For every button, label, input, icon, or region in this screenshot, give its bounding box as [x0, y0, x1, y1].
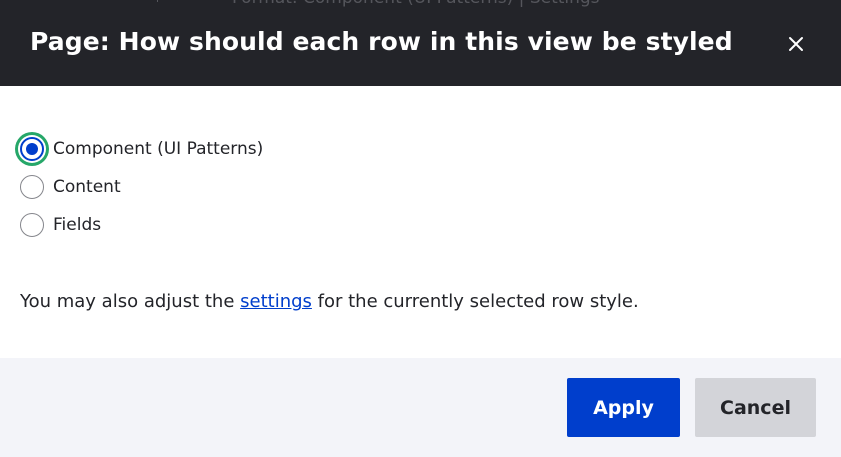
radio-label[interactable]: Fields — [53, 215, 101, 235]
apply-button[interactable]: Apply — [567, 378, 680, 437]
dialog-titlebar: Format: Component (UI Patterns) | Settin… — [0, 0, 841, 86]
radio-option-content[interactable]: Content — [20, 174, 121, 200]
radio-option-fields[interactable]: Fields — [20, 212, 101, 238]
radio-label[interactable]: Component (UI Patterns) — [53, 139, 263, 159]
help-text-after: for the currently selected row style. — [311, 291, 639, 312]
dialog-content: Component (UI Patterns) Content Fields Y… — [0, 86, 841, 358]
radio-label[interactable]: Content — [53, 177, 121, 197]
cancel-button[interactable]: Cancel — [695, 378, 816, 437]
help-text-before: You may also adjust the — [20, 291, 241, 312]
background-page-text: Format: Component (UI Patterns) | Settin… — [232, 0, 600, 8]
dialog: Format: Component (UI Patterns) | Settin… — [0, 0, 841, 457]
dialog-title: Page: How should each row in this view b… — [30, 27, 733, 56]
radio-button-component[interactable] — [20, 137, 44, 161]
radio-button-fields[interactable] — [20, 213, 44, 237]
dialog-footer: Apply Cancel — [0, 358, 841, 457]
settings-link[interactable]: settings — [240, 291, 312, 312]
close-icon — [789, 37, 803, 51]
background-page-fragment — [157, 0, 158, 2]
close-button[interactable] — [780, 28, 812, 60]
radio-option-component[interactable]: Component (UI Patterns) — [20, 136, 263, 162]
radio-button-content[interactable] — [20, 175, 44, 199]
help-text: You may also adjust the settings for the… — [20, 291, 639, 312]
